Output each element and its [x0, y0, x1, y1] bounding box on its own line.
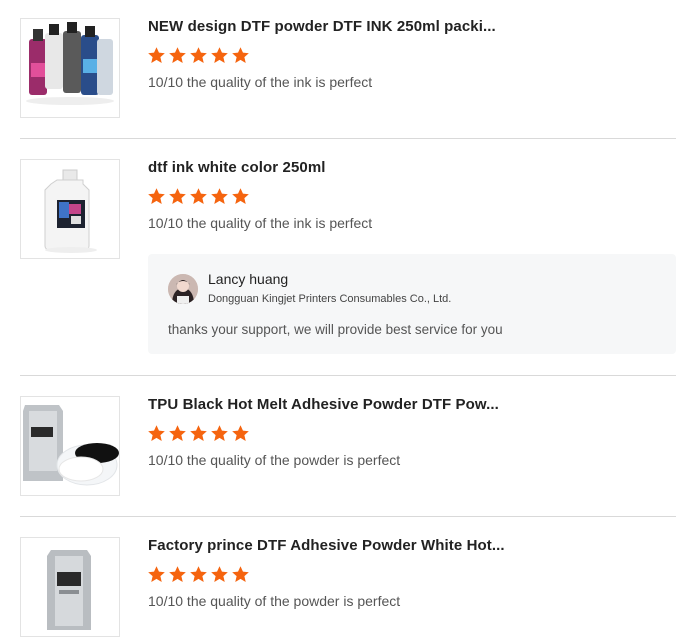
star-icon: [211, 566, 228, 583]
star-icon: [148, 425, 165, 442]
review-item: dtf ink white color 250ml 10/10 the qual…: [20, 159, 676, 359]
reply-company: Dongguan Kingjet Printers Consumables Co…: [208, 293, 452, 305]
star-icon: [211, 188, 228, 205]
star-icon: [232, 425, 249, 442]
divider: [20, 138, 676, 139]
star-icon: [190, 188, 207, 205]
review-comment: 10/10 the quality of the ink is perfect: [148, 215, 373, 231]
star-icon: [232, 188, 249, 205]
star-icon: [190, 425, 207, 442]
star-icon: [148, 566, 165, 583]
star-icon: [232, 47, 249, 64]
product-title[interactable]: TPU Black Hot Melt Adhesive Powder DTF P…: [148, 396, 668, 413]
star-icon: [148, 47, 165, 64]
divider: [20, 375, 676, 376]
review-item: TPU Black Hot Melt Adhesive Powder DTF P…: [20, 396, 676, 496]
seller-reply: Lancy huang Dongguan Kingjet Printers Co…: [148, 254, 676, 354]
star-rating: [147, 187, 250, 207]
product-title[interactable]: NEW design DTF powder DTF INK 250ml pack…: [148, 18, 668, 35]
powder-bag-image: [21, 397, 119, 495]
review-comment: 10/10 the quality of the powder is perfe…: [148, 593, 401, 609]
review-item: Factory prince DTF Adhesive Powder White…: [20, 537, 676, 637]
star-icon: [169, 188, 186, 205]
reply-text: thanks your support, we will provide bes…: [168, 322, 503, 337]
reply-author-name: Lancy huang: [208, 271, 289, 287]
powder-bag-image: [21, 538, 119, 636]
star-icon: [190, 566, 207, 583]
white-ink-bottle-image: [21, 160, 119, 258]
review-item: NEW design DTF powder DTF INK 250ml pack…: [20, 18, 676, 118]
review-comment: 10/10 the quality of the powder is perfe…: [148, 452, 401, 468]
star-icon: [169, 425, 186, 442]
product-title[interactable]: Factory prince DTF Adhesive Powder White…: [148, 537, 668, 554]
star-icon: [169, 566, 186, 583]
star-icon: [211, 425, 228, 442]
ink-bottles-image: [21, 19, 119, 117]
review-comment: 10/10 the quality of the ink is perfect: [148, 74, 373, 90]
divider: [20, 516, 676, 517]
product-thumbnail[interactable]: [20, 396, 120, 496]
star-icon: [169, 47, 186, 64]
product-title[interactable]: dtf ink white color 250ml: [148, 159, 668, 176]
star-rating: [147, 46, 250, 66]
product-thumbnail[interactable]: [20, 159, 120, 259]
star-icon: [190, 47, 207, 64]
avatar: [168, 274, 198, 304]
star-icon: [211, 47, 228, 64]
star-icon: [232, 566, 249, 583]
star-icon: [148, 188, 165, 205]
avatar-icon: [168, 274, 198, 304]
star-rating: [147, 424, 250, 444]
star-rating: [147, 565, 250, 585]
product-thumbnail[interactable]: [20, 18, 120, 118]
product-thumbnail[interactable]: [20, 537, 120, 637]
